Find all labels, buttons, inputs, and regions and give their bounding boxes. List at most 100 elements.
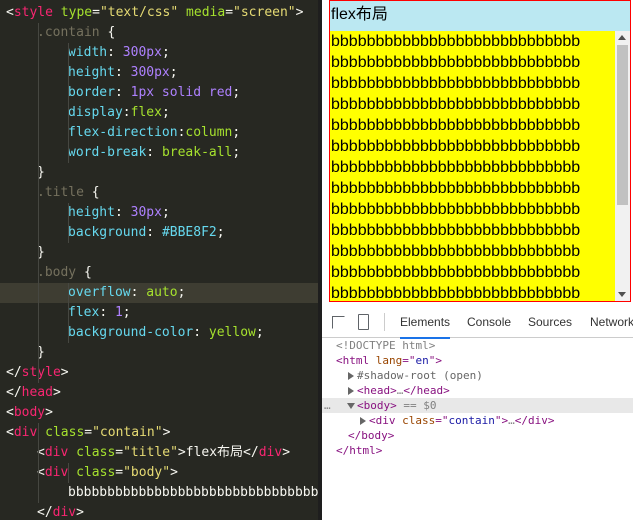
collapse-triangle-icon[interactable]: [347, 403, 355, 409]
code-line[interactable]: display:flex;: [0, 103, 318, 123]
dom-node[interactable]: #shadow-root (open): [322, 368, 633, 383]
body-text-line: bbbbbbbbbbbbbbbbbbbbbbbbbbbb: [331, 285, 581, 301]
tab-elements[interactable]: Elements: [400, 307, 451, 339]
code-line[interactable]: }: [0, 343, 318, 363]
code-line[interactable]: <body>: [0, 403, 318, 423]
code-token: >: [52, 385, 61, 400]
code-token: background-color: [68, 325, 194, 340]
body-box[interactable]: bbbbbbbbbbbbbbbbbbbbbbbbbbbb bbbbbbbbbbbb…: [330, 31, 630, 301]
code-token: border: [68, 85, 115, 100]
code-line[interactable]: .title {: [0, 183, 318, 203]
code-line[interactable]: background: #BBE8F2;: [0, 223, 318, 243]
body-text-line: bbbbbbbbbbbbbbbbbbbbbbbbbbbb: [331, 180, 581, 197]
code-token: ;: [161, 105, 170, 120]
code-line[interactable]: .body {: [0, 263, 318, 283]
code-token: ;: [232, 145, 241, 160]
code-line[interactable]: word-break: break-all;: [0, 143, 318, 163]
code-line[interactable]: }: [0, 163, 318, 183]
code-line[interactable]: flex-direction:column;: [0, 123, 318, 143]
code-token: :: [114, 65, 131, 80]
code-token: flex-direction: [68, 125, 178, 140]
tab-sources[interactable]: Sources: [528, 307, 572, 337]
dom-node[interactable]: <html lang="en">: [322, 353, 633, 368]
body-text-line: bbbbbbbbbbbbbbbbbbbbbbbbbbbb: [331, 75, 581, 92]
expand-triangle-icon[interactable]: [348, 387, 354, 395]
code-line[interactable]: </div>: [0, 503, 318, 520]
code-token: ;: [232, 125, 241, 140]
code-token: ;: [169, 65, 178, 80]
tab-console[interactable]: Console: [467, 307, 511, 337]
scrollbar-thumb[interactable]: [617, 45, 628, 205]
code-line[interactable]: height: 300px;: [0, 63, 318, 83]
code-line[interactable]: bbbbbbbbbbbbbbbbbbbbbbbbbbbbbbbbbbbbbbbb…: [0, 483, 318, 503]
code-line[interactable]: <div class="contain">: [0, 423, 318, 443]
dom-node[interactable]: </html>: [322, 443, 633, 458]
toolbar-separator: [384, 313, 385, 331]
code-token: background: [68, 225, 147, 240]
code-token: </: [37, 505, 53, 520]
body-text-line: bbbbbbbbbbbbbbbbbbbbbbbbbbbb: [331, 33, 581, 50]
node-actions-icon[interactable]: …: [324, 398, 337, 413]
code-line[interactable]: .contain {: [0, 23, 318, 43]
body-text-line: bbbbbbbbbbbbbbbbbbbbbbbbbbbb: [331, 54, 581, 71]
dom-token: <html: [336, 354, 376, 367]
code-token: body: [13, 405, 46, 420]
code-token: width: [68, 45, 108, 60]
code-token: break-all: [161, 145, 233, 160]
code-token: class: [76, 465, 116, 480]
device-toolbar-icon[interactable]: [358, 314, 369, 330]
code-token: ;: [161, 205, 170, 220]
code-line[interactable]: border: 1px solid red;: [0, 83, 318, 103]
dom-token: #shadow-root (open): [357, 369, 483, 382]
code-token: >: [162, 425, 171, 440]
vertical-scrollbar[interactable]: [615, 31, 630, 301]
scroll-down-arrow-icon[interactable]: [618, 292, 626, 297]
code-line[interactable]: </head>: [0, 383, 318, 403]
code-line[interactable]: height: 30px;: [0, 203, 318, 223]
code-line[interactable]: }: [0, 243, 318, 263]
code-token: "text/css": [99, 5, 179, 20]
code-token: style: [21, 365, 61, 380]
code-line[interactable]: </style>: [0, 363, 318, 383]
code-line[interactable]: <style type="text/css" media="screen">: [0, 3, 318, 23]
inspect-element-icon[interactable]: [332, 316, 345, 329]
dom-node[interactable]: <div class="contain">…</div>: [322, 413, 633, 428]
code-token: ;: [177, 285, 186, 300]
dom-node[interactable]: … <body> == $0: [322, 398, 633, 413]
code-token: >: [45, 405, 53, 420]
expand-triangle-icon[interactable]: [360, 417, 366, 425]
code-token: media: [186, 5, 226, 20]
scroll-up-arrow-icon[interactable]: [618, 35, 626, 40]
dom-token: <div: [369, 414, 403, 427]
dom-token: en: [415, 354, 429, 367]
code-editor[interactable]: <style type="text/css" media="screen"> .c…: [0, 0, 318, 520]
expand-triangle-icon[interactable]: [348, 372, 354, 380]
code-token: flex: [68, 305, 100, 320]
code-token: 30px: [130, 205, 162, 220]
code-line[interactable]: background-color: yellow;: [0, 323, 318, 343]
dom-node[interactable]: </body>: [322, 428, 633, 443]
code-line[interactable]: <div class="body">: [0, 463, 318, 483]
code-token: >: [170, 465, 178, 480]
dom-node[interactable]: <head>…</head>: [322, 383, 633, 398]
code-token: ;: [232, 85, 241, 100]
dom-node[interactable]: <!DOCTYPE html>: [322, 338, 633, 353]
dom-token: <!DOCTYPE html>: [336, 339, 436, 352]
code-token: >: [76, 505, 84, 520]
dom-token: =": [435, 414, 449, 427]
code-line[interactable]: overflow: auto;: [0, 283, 318, 303]
dom-token: =": [402, 354, 416, 367]
code-token: .body: [37, 265, 77, 280]
code-line[interactable]: flex: 1;: [0, 303, 318, 323]
code-token: "body": [123, 465, 171, 480]
code-token: .contain: [37, 25, 100, 40]
code-line[interactable]: width: 300px;: [0, 43, 318, 63]
code-token: </: [6, 385, 22, 400]
code-token: :: [122, 105, 131, 120]
code-line[interactable]: <div class="title">flex布局</div>: [0, 443, 318, 463]
tab-network[interactable]: Network: [590, 307, 633, 337]
title-box: flex布局: [330, 1, 630, 31]
